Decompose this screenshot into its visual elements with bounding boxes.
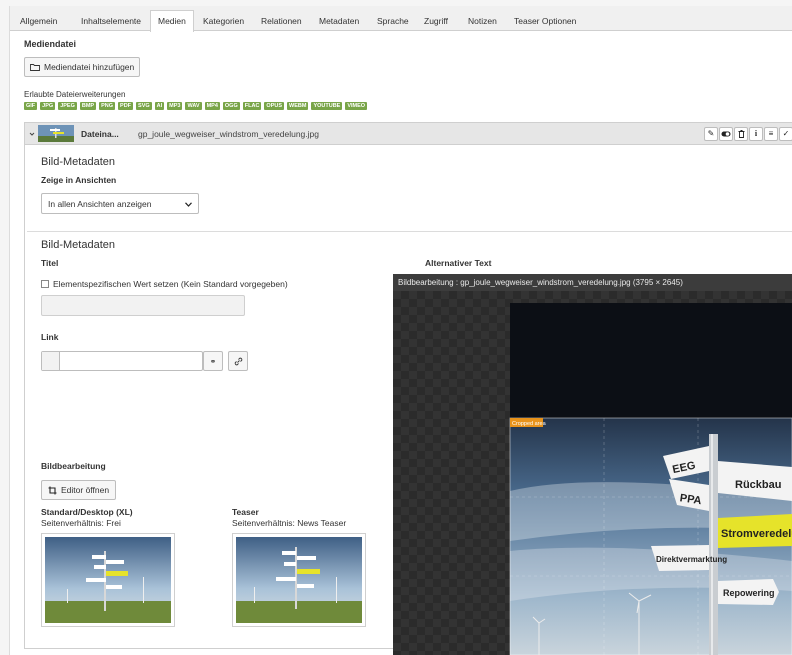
link-label: Link bbox=[41, 332, 59, 342]
allowed-extensions-label: Erlaubte Dateierweiterungen bbox=[24, 90, 126, 99]
tab-sprache[interactable]: Sprache bbox=[369, 10, 417, 31]
file-name: gp_joule_wegweiser_windstrom_veredelung.… bbox=[138, 129, 319, 139]
link-chain-button[interactable] bbox=[228, 351, 248, 371]
extension-badge: PDF bbox=[118, 102, 134, 110]
metadata-heading-views: Bild-Metadaten bbox=[41, 156, 115, 168]
tab-allgemein[interactable]: Allgemein bbox=[12, 10, 65, 31]
folder-icon bbox=[30, 64, 40, 71]
svg-text:Cropped area: Cropped area bbox=[512, 421, 547, 427]
open-editor-button[interactable]: Editor öffnen bbox=[41, 480, 117, 500]
title-label: Titel bbox=[41, 258, 59, 268]
extension-badge: GIF bbox=[24, 102, 38, 110]
extension-badge: SVG bbox=[136, 102, 152, 110]
image-editing-heading: Bildbearbeitung bbox=[41, 461, 106, 471]
extension-badge: MP3 bbox=[167, 102, 183, 110]
crop-canvas[interactable]: Cropped area EEG Rückbau PPA Stromverede… bbox=[393, 291, 792, 655]
variant-name-desktop: Standard/Desktop (XL) bbox=[41, 507, 133, 517]
extension-badge: VIMEO bbox=[345, 102, 368, 110]
file-thumbnail bbox=[38, 125, 74, 142]
chevron-down-icon bbox=[185, 202, 192, 207]
drag-handle-icon[interactable]: ≡ bbox=[764, 127, 778, 141]
media-section-title: Mediendatei bbox=[24, 39, 77, 49]
checkmark-icon[interactable]: ✓ bbox=[779, 127, 792, 141]
add-media-label: Mediendatei hinzufügen bbox=[44, 62, 135, 72]
title-override-checkbox[interactable] bbox=[41, 280, 49, 288]
extension-badge: YOUTUBE bbox=[311, 102, 343, 110]
metadata-heading-text: Bild-Metadaten bbox=[41, 239, 115, 251]
extension-badge: OGG bbox=[222, 102, 240, 110]
variant-ratio-teaser: Seitenverhältnis: News Teaser bbox=[232, 518, 347, 528]
tab-medien[interactable]: Medien bbox=[150, 10, 194, 32]
svg-text:Stromveredelung: Stromveredelung bbox=[721, 528, 792, 540]
extension-badge: MP4 bbox=[204, 102, 220, 110]
extension-badge: WEBM bbox=[287, 102, 309, 110]
link-prefix bbox=[42, 352, 60, 370]
tab-relationen[interactable]: Relationen bbox=[253, 10, 310, 31]
image-editor-modal: Bildbearbeitung : gp_joule_wegweiser_win… bbox=[393, 274, 792, 655]
alt-text-label: Alternativer Text bbox=[425, 258, 492, 268]
views-label: Zeige in Ansichten bbox=[41, 175, 117, 185]
collapse-chevron-icon[interactable] bbox=[29, 131, 35, 137]
crop-preview-teaser[interactable] bbox=[232, 533, 366, 627]
chain-link-icon bbox=[234, 357, 242, 365]
file-panel-header[interactable]: Dateina... gp_joule_wegweiser_windstrom_… bbox=[25, 123, 792, 145]
variant-ratio-desktop: Seitenverhältnis: Frei bbox=[41, 518, 121, 528]
svg-text:Direktvermarktung: Direktvermarktung bbox=[656, 555, 727, 564]
link-input[interactable] bbox=[41, 351, 203, 371]
image-editor-title: Bildbearbeitung : gp_joule_wegweiser_win… bbox=[393, 274, 792, 291]
extension-badge: JPG bbox=[40, 102, 56, 110]
signpost-thumbnail bbox=[45, 537, 171, 623]
extension-badge: JPEG bbox=[58, 102, 77, 110]
views-select-value: In allen Ansichten anzeigen bbox=[48, 199, 152, 209]
crop-icon bbox=[48, 486, 57, 494]
link-browser-icon: ⚭ bbox=[209, 356, 217, 366]
extension-list: GIF JPG JPEG BMP PNG PDF SVG AI MP3 WAV … bbox=[24, 102, 368, 110]
section-divider bbox=[27, 231, 792, 232]
file-label: Dateina... bbox=[81, 129, 119, 139]
extension-badge: AI bbox=[154, 102, 165, 110]
svg-text:Rückbau: Rückbau bbox=[735, 479, 781, 491]
crop-preview-desktop[interactable] bbox=[41, 533, 175, 627]
edit-pencil-icon[interactable]: ✎ bbox=[704, 127, 718, 141]
extension-badge: WAV bbox=[185, 102, 202, 110]
extension-badge: OPUS bbox=[264, 102, 285, 110]
title-override-label: Elementspezifischen Wert setzen (Kein St… bbox=[53, 279, 288, 289]
title-input[interactable] bbox=[41, 295, 245, 316]
svg-text:Repowering: Repowering bbox=[723, 588, 775, 598]
open-editor-label: Editor öffnen bbox=[61, 485, 110, 495]
tab-inhaltselemente[interactable]: Inhaltselemente bbox=[73, 10, 149, 31]
tab-metadaten[interactable]: Metadaten bbox=[311, 10, 367, 31]
extension-badge: PNG bbox=[99, 102, 116, 110]
info-icon[interactable]: i bbox=[749, 127, 763, 141]
link-picker-button[interactable]: ⚭ bbox=[203, 351, 223, 371]
signpost-thumbnail bbox=[236, 537, 362, 623]
toggle-visibility-icon[interactable] bbox=[719, 127, 733, 141]
tab-kategorien[interactable]: Kategorien bbox=[195, 10, 252, 31]
extension-badge: BMP bbox=[79, 102, 97, 110]
tab-bar: Allgemein Inhaltselemente Medien Kategor… bbox=[10, 6, 792, 32]
add-media-button[interactable]: Mediendatei hinzufügen bbox=[24, 57, 141, 77]
variant-name-teaser: Teaser bbox=[232, 507, 259, 517]
trash-icon[interactable] bbox=[734, 127, 748, 141]
tab-notizen[interactable]: Notizen bbox=[460, 10, 505, 31]
views-select[interactable]: In allen Ansichten anzeigen bbox=[41, 193, 199, 214]
tab-zugriff[interactable]: Zugriff bbox=[416, 10, 456, 31]
tab-teaser-optionen[interactable]: Teaser Optionen bbox=[506, 10, 584, 31]
extension-badge: FLAC bbox=[242, 102, 262, 110]
title-override-row[interactable]: Elementspezifischen Wert setzen (Kein St… bbox=[41, 279, 288, 289]
